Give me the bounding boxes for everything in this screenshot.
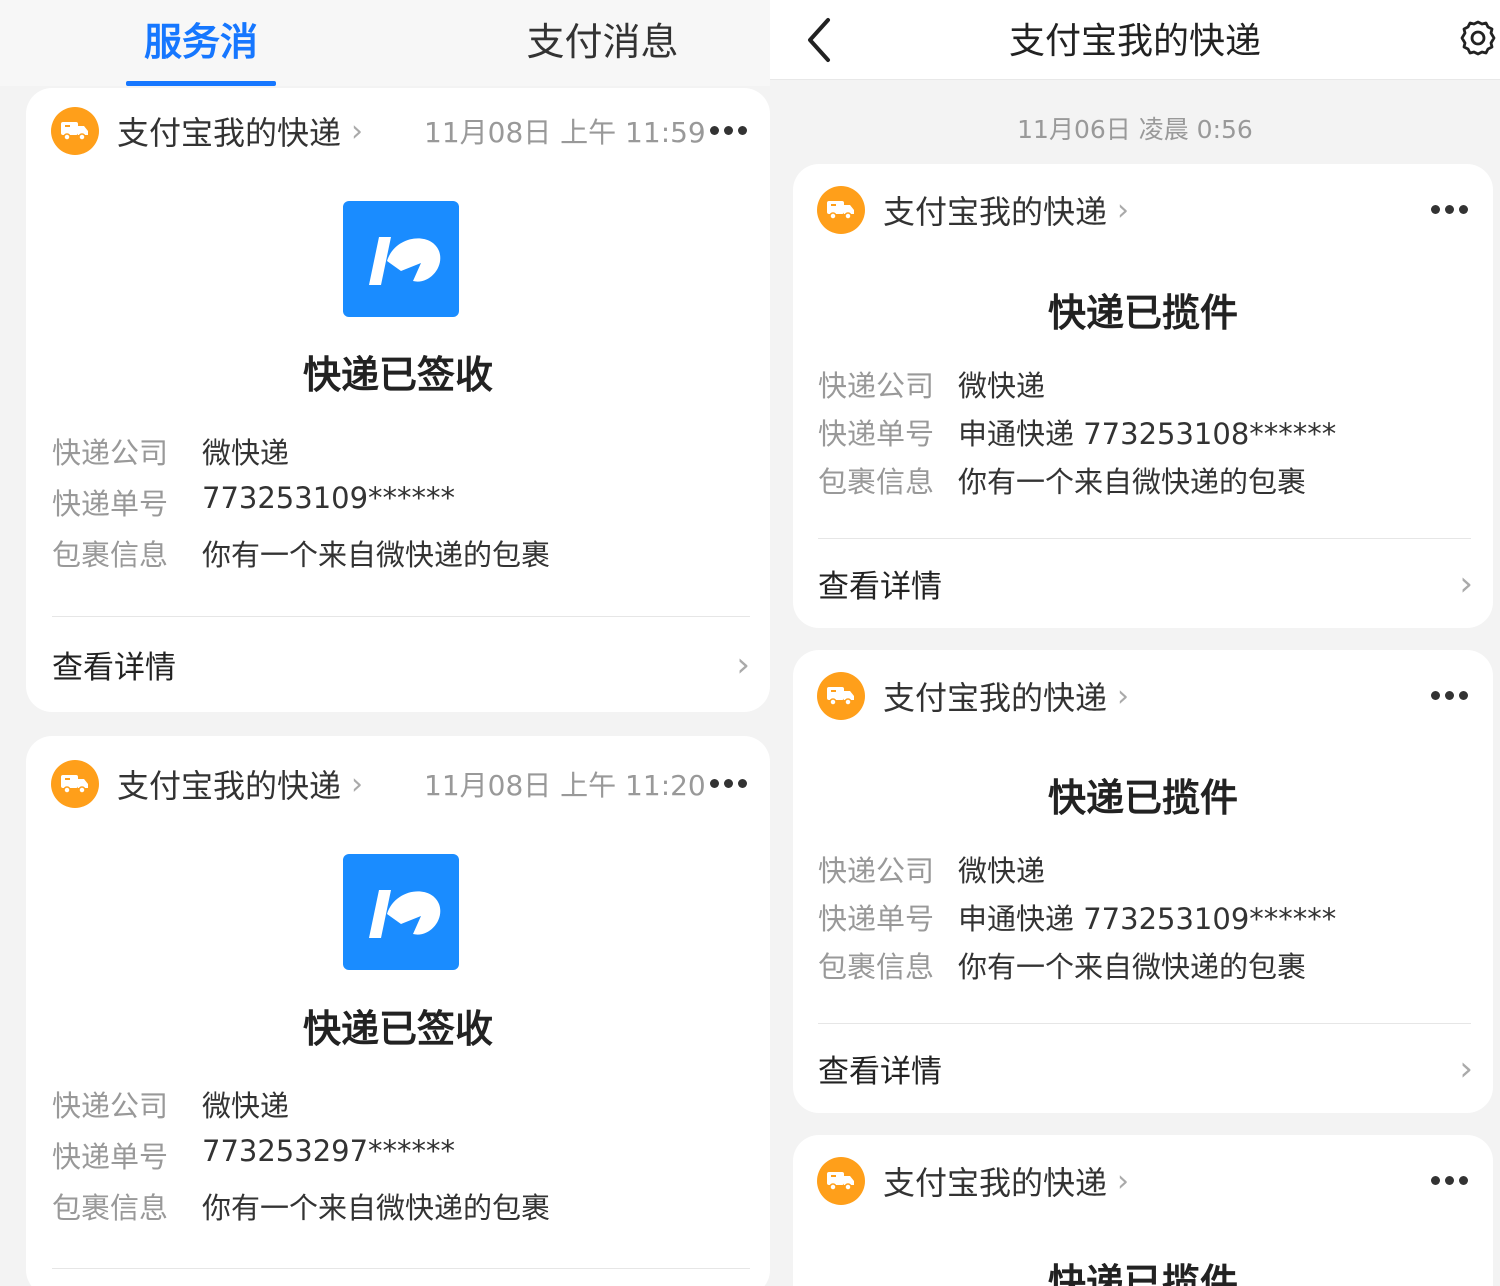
- chevron-right-icon: ›: [351, 766, 364, 802]
- card-header: 支付宝我的快递 › 11月08日 上午 11:59: [26, 107, 770, 155]
- tab-service-messages[interactable]: 服务消息: [126, 0, 276, 148]
- chevron-right-icon: ›: [1117, 192, 1130, 228]
- sender-name[interactable]: 支付宝我的快递: [883, 673, 1107, 719]
- tab-active-indicator: [126, 81, 276, 86]
- card-header: 支付宝我的快递 › 11月08日 上午 11:20: [26, 760, 770, 808]
- info-label: 快递公司: [818, 854, 935, 888]
- info-value: 你有一个来自微快递的包裹: [958, 950, 1307, 984]
- tab-payment-label: 支付消息: [526, 20, 679, 64]
- card-title: 快递已揽件: [1047, 1261, 1238, 1286]
- info-label: 快递公司: [52, 436, 169, 470]
- view-details-label: 查看详情: [52, 650, 176, 686]
- info-row: 快递公司 微快递: [818, 848, 1045, 890]
- info-value: 申通快递 773253108******: [958, 417, 1337, 451]
- card-title: 快递已签收: [302, 353, 493, 397]
- info-label: 包裹信息: [818, 950, 935, 984]
- info-row: 快递单号 773253297******: [52, 1134, 455, 1176]
- truck-icon[interactable]: [817, 672, 865, 720]
- page-title: 支付宝我的快递: [1008, 21, 1261, 62]
- info-label: 包裹信息: [52, 1191, 169, 1225]
- info-label: 快递单号: [818, 417, 935, 451]
- sender-name[interactable]: 支付宝我的快递: [883, 187, 1107, 233]
- info-value: 你有一个来自微快递的包裹: [202, 1191, 551, 1225]
- info-row: 快递公司 微快递: [818, 363, 1045, 405]
- more-icon[interactable]: [1431, 1176, 1468, 1185]
- view-details-label: 查看详情: [818, 569, 942, 605]
- info-row: 快递单号 申通快递 773253108******: [818, 411, 1336, 453]
- view-details-row[interactable]: 查看详情 ›: [793, 1024, 1493, 1113]
- tab-payment-messages[interactable]: 支付消息: [525, 0, 680, 86]
- courier-logo: [343, 854, 459, 970]
- sender-name[interactable]: 支付宝我的快递: [117, 108, 341, 154]
- info-row: 包裹信息 你有一个来自微快递的包裹: [52, 1185, 550, 1227]
- info-value: 申通快递 773253109******: [958, 902, 1337, 936]
- sender-name[interactable]: 支付宝我的快递: [883, 1158, 1107, 1204]
- truck-icon[interactable]: [51, 760, 99, 808]
- date-separator: 11月06日 凌晨 0:56: [1017, 115, 1253, 144]
- info-label: 快递公司: [52, 1089, 169, 1123]
- chevron-right-icon: ›: [1117, 1163, 1130, 1199]
- card-header: 支付宝我的快递 ›: [793, 186, 1493, 234]
- app: 服务消息 支付消息 支付宝我的快递 › 11月08日 上午 11:59 快递已签…: [0, 0, 1500, 1286]
- card-header: 支付宝我的快递 ›: [793, 672, 1493, 720]
- more-icon[interactable]: [710, 126, 747, 135]
- info-row: 快递公司 微快递: [52, 430, 289, 472]
- info-row: 包裹信息 你有一个来自微快递的包裹: [52, 532, 550, 574]
- info-label: 快递单号: [52, 1140, 169, 1174]
- info-value: 773253109******: [202, 481, 456, 515]
- truck-icon[interactable]: [817, 1157, 865, 1205]
- info-row: 快递单号 申通快递 773253109******: [818, 896, 1336, 938]
- info-value: 微快递: [958, 854, 1046, 888]
- info-value: 773253297******: [202, 1134, 456, 1168]
- nav-bar: 支付宝我的快递: [770, 0, 1500, 80]
- more-icon[interactable]: [1431, 691, 1468, 700]
- message-card: 支付宝我的快递 › 11月08日 上午 11:59 快递已签收 快递公司 微快递…: [26, 88, 770, 712]
- more-icon[interactable]: [1431, 205, 1468, 214]
- view-details-row[interactable]: 查看详情 ›: [26, 617, 770, 712]
- chevron-right-icon: ›: [1459, 1048, 1473, 1089]
- info-row: 包裹信息 你有一个来自微快递的包裹: [818, 944, 1306, 986]
- truck-icon[interactable]: [51, 107, 99, 155]
- info-value: 你有一个来自微快递的包裹: [958, 465, 1307, 499]
- chevron-right-icon: ›: [1117, 678, 1130, 714]
- info-value: 微快递: [202, 436, 290, 470]
- info-row: 快递公司 微快递: [52, 1083, 289, 1125]
- chevron-right-icon: ›: [1459, 563, 1473, 604]
- info-label: 快递单号: [818, 902, 935, 936]
- card-title: 快递已签收: [302, 1007, 493, 1051]
- view-details-label: 查看详情: [818, 1054, 942, 1090]
- message-card: 支付宝我的快递 › 快递已揽件 快递公司 微快递 快递单号 申通快递 77325…: [793, 164, 1493, 628]
- info-label: 快递公司: [818, 369, 935, 403]
- sender-name[interactable]: 支付宝我的快递: [117, 761, 341, 807]
- chevron-right-icon: ›: [351, 113, 364, 149]
- message-card: 支付宝我的快递 › 11月08日 上午 11:20 快递已签收 快递公司 微快递…: [26, 736, 770, 1286]
- message-list-panel: 服务消息 支付消息 支付宝我的快递 › 11月08日 上午 11:59 快递已签…: [0, 0, 770, 1286]
- card-header: 支付宝我的快递 ›: [793, 1157, 1493, 1205]
- message-card: 支付宝我的快递 › 快递已揽件: [793, 1135, 1493, 1286]
- courier-logo: [343, 201, 459, 317]
- info-row: 快递单号 773253109******: [52, 481, 455, 523]
- info-label: 包裹信息: [818, 465, 935, 499]
- more-icon[interactable]: [710, 779, 747, 788]
- info-value: 微快递: [202, 1089, 290, 1123]
- tab-bar: 服务消息 支付消息: [0, 0, 770, 148]
- chat-detail-panel: 支付宝我的快递 11月06日 凌晨 0:56 支付宝我的快递 › 快递已揽件 快…: [770, 0, 1500, 1286]
- card-title: 快递已揽件: [1047, 776, 1238, 820]
- info-row: 包裹信息 你有一个来自微快递的包裹: [818, 459, 1306, 501]
- chevron-right-icon: ›: [736, 644, 750, 685]
- message-card: 支付宝我的快递 › 快递已揽件 快递公司 微快递 快递单号 申通快递 77325…: [793, 650, 1493, 1113]
- info-label: 包裹信息: [52, 538, 169, 572]
- divider: [52, 1268, 750, 1269]
- truck-icon[interactable]: [817, 186, 865, 234]
- gear-icon[interactable]: [1458, 18, 1498, 58]
- info-label: 快递单号: [52, 487, 169, 521]
- view-details-row[interactable]: 查看详情 ›: [793, 539, 1493, 628]
- message-time: 11月08日 上午 11:59: [424, 116, 706, 149]
- message-time: 11月08日 上午 11:20: [424, 769, 706, 802]
- info-value: 微快递: [958, 369, 1046, 403]
- card-title: 快递已揽件: [1047, 291, 1238, 335]
- info-value: 你有一个来自微快递的包裹: [202, 538, 551, 572]
